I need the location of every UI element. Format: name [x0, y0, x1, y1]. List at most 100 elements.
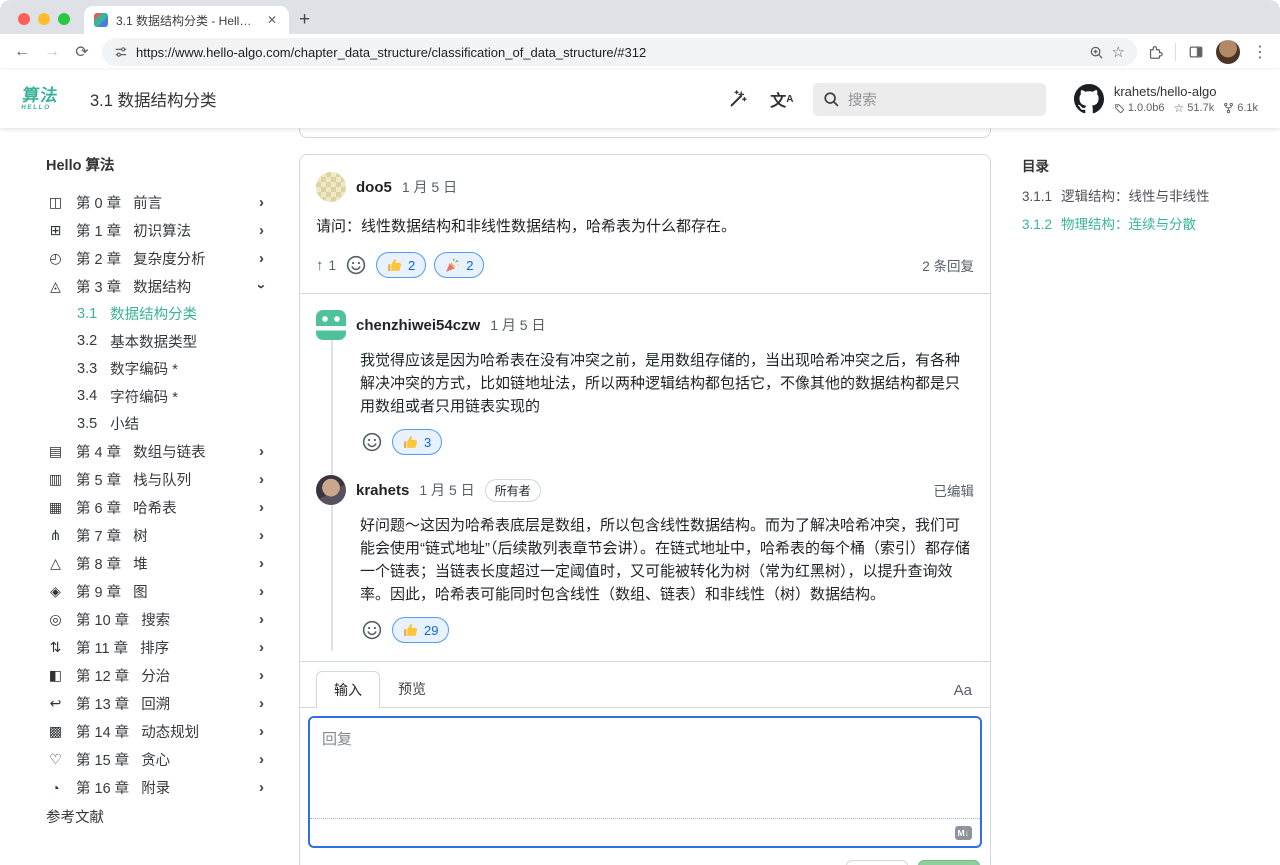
sidebar-item-chapter-8[interactable]: △第 8 章堆› — [46, 550, 270, 578]
browser-menu-icon[interactable]: ⋮ — [1252, 42, 1268, 62]
reload-icon[interactable]: ⟳ — [72, 42, 92, 62]
close-window-button[interactable] — [18, 13, 30, 25]
upvote-count: 1 — [329, 258, 337, 273]
sidebar-item-chapter-12[interactable]: ◧第 12 章分治› — [46, 662, 270, 690]
owner-badge: 所有者 — [485, 479, 541, 502]
reply-date[interactable]: 1 月 5 日 — [490, 315, 545, 335]
avatar[interactable] — [316, 310, 346, 340]
browser-tab[interactable]: 3.1 数据结构分类 - Hello 算法 ✕ — [84, 6, 289, 34]
url-text: https://www.hello-algo.com/chapter_data_… — [136, 45, 1081, 60]
browser-window: 3.1 数据结构分类 - Hello 算法 ✕ + ← → ⟳ https://… — [0, 0, 1280, 865]
site-logo[interactable]: 算法 HELLO — [21, 87, 60, 112]
tab-preview[interactable]: 预览 — [380, 671, 444, 707]
avatar[interactable] — [316, 172, 346, 202]
toc-item-3.1.2[interactable]: 3.1.2物理结构：连续与分散 — [1022, 215, 1260, 234]
sidebar-item-chapter-2[interactable]: ◴第 2 章复杂度分析› — [46, 244, 270, 272]
cancel-button[interactable]: 取消 — [846, 860, 908, 865]
chevron-right-icon: › — [259, 222, 270, 239]
bookmark-star-icon[interactable]: ☆ — [1112, 43, 1125, 61]
chevron-right-icon: › — [259, 471, 270, 488]
zoom-icon[interactable] — [1089, 45, 1104, 60]
side-panel-icon[interactable] — [1188, 44, 1204, 60]
tab-strip: 3.1 数据结构分类 - Hello 算法 ✕ + — [0, 0, 1280, 34]
url-field[interactable]: https://www.hello-algo.com/chapter_data_… — [102, 38, 1137, 66]
form-actions: 取消 回复 — [300, 848, 990, 865]
star-icon: ☆ — [1174, 102, 1185, 114]
tab-favicon — [94, 13, 108, 27]
reply-submit-button[interactable]: 回复 — [918, 860, 980, 865]
text-size-icon[interactable]: Aa — [952, 682, 974, 707]
sidebar-item-section-3.3[interactable]: 3.3数字编码 * — [46, 355, 270, 383]
add-reaction-button[interactable] — [360, 618, 384, 642]
table-of-contents: 目录 3.1.1逻辑结构：线性与非线性3.1.2物理结构：连续与分散 — [1008, 128, 1280, 865]
upvote-button[interactable]: ↑ 1 — [316, 257, 336, 274]
main-content: doo5 1 月 5 日 请问：线性数据结构和非线性数据结构，哈希表为什么都存在… — [282, 128, 1008, 865]
add-reaction-button[interactable] — [344, 253, 368, 277]
sidebar-item-section-3.5[interactable]: 3.5小结 — [46, 410, 270, 438]
comment-date[interactable]: 1 月 5 日 — [402, 177, 457, 197]
extensions-icon[interactable] — [1147, 44, 1163, 60]
sidebar-item-chapter-9[interactable]: ◈第 9 章图› — [46, 578, 270, 606]
edited-label: 已编辑 — [934, 480, 975, 500]
theme-toggle-icon[interactable] — [725, 86, 751, 112]
browser-actions: ⋮ — [1147, 40, 1268, 64]
chevron-right-icon: › — [259, 667, 270, 684]
sidebar-item-section-3.2[interactable]: 3.2基本数据类型 — [46, 328, 270, 356]
sidebar-item-chapter-15[interactable]: ♡第 15 章贪心› — [46, 746, 270, 774]
search-input[interactable]: 搜索 — [813, 83, 1046, 116]
sidebar-nav: ◫第 0 章前言›⊞第 1 章初识算法›◴第 2 章复杂度分析›◬第 3 章数据… — [46, 188, 270, 802]
language-icon[interactable]: 文A — [769, 86, 795, 112]
backtrack-icon: ↩ — [46, 695, 65, 712]
minimize-window-button[interactable] — [38, 13, 50, 25]
reaction-thumbs-up[interactable]: 29 — [392, 617, 449, 643]
sidebar-item-section-3.4[interactable]: 3.4字符编码 * — [46, 383, 270, 411]
toolbar-divider — [1175, 43, 1176, 61]
sidebar-item-chapter-0[interactable]: ◫第 0 章前言› — [46, 188, 270, 216]
smiley-icon — [362, 620, 382, 640]
reply-textarea[interactable] — [310, 718, 980, 818]
toc-item-3.1.1[interactable]: 3.1.1逻辑结构：线性与非线性 — [1022, 187, 1260, 206]
sidebar-item-chapter-10[interactable]: ◎第 10 章搜索› — [46, 606, 270, 634]
github-repo-link[interactable]: krahets/hello-algo 1.0.0b6 ☆51.7k 6.1k — [1074, 84, 1258, 114]
reaction-count: 2 — [466, 258, 473, 273]
sidebar-item-chapter-11[interactable]: ⇅第 11 章排序› — [46, 634, 270, 662]
fullscreen-window-button[interactable] — [58, 13, 70, 25]
reply-date[interactable]: 1 月 5 日 — [419, 480, 474, 500]
heap-icon: △ — [46, 555, 65, 572]
comment-author[interactable]: doo5 — [356, 179, 392, 196]
sidebar-item-section-3.1[interactable]: 3.1数据结构分类 — [46, 300, 270, 328]
sidebar-item-chapter-7[interactable]: ⋔第 7 章树› — [46, 522, 270, 550]
sidebar-item-chapter-6[interactable]: ▦第 6 章哈希表› — [46, 494, 270, 522]
reaction-count: 29 — [424, 623, 438, 638]
back-icon[interactable]: ← — [12, 43, 32, 61]
site-settings-icon[interactable] — [114, 45, 128, 59]
tab-write[interactable]: 输入 — [316, 671, 380, 708]
reaction-thumbs-up[interactable]: 2 — [376, 252, 426, 278]
reply-author[interactable]: chenzhiwei54czw — [356, 317, 480, 334]
forward-icon[interactable]: → — [42, 43, 62, 61]
repo-version: 1.0.0b6 — [1114, 102, 1165, 114]
sidebar-item-chapter-16[interactable]: ◔第 16 章附录› — [46, 774, 270, 802]
hash-search-icon: ▦ — [46, 499, 65, 516]
sidebar-item-chapter-4[interactable]: ▤第 4 章数组与链表› — [46, 438, 270, 466]
sidebar-item-chapter-13[interactable]: ↩第 13 章回溯› — [46, 690, 270, 718]
new-tab-button[interactable]: + — [299, 10, 310, 29]
reaction-thumbs-up[interactable]: 3 — [392, 429, 442, 455]
reaction-party-popper[interactable]: 2 — [434, 252, 484, 278]
smiley-icon — [362, 432, 382, 452]
reply-author[interactable]: krahets — [356, 482, 409, 499]
markdown-icon[interactable]: M↓ — [955, 826, 972, 840]
profile-avatar[interactable] — [1216, 40, 1240, 64]
avatar[interactable] — [316, 475, 346, 505]
sidebar-item-chapter-14[interactable]: ▩第 14 章动态规划› — [46, 718, 270, 746]
sidebar-item-references[interactable]: 参考文献 — [46, 803, 270, 831]
logo-subtext: HELLO — [21, 105, 51, 112]
chevron-right-icon: › — [259, 751, 270, 768]
sidebar-item-chapter-1[interactable]: ⊞第 1 章初识算法› — [46, 216, 270, 244]
sidebar-item-chapter-5[interactable]: ▥第 5 章栈与队列› — [46, 466, 270, 494]
tab-close-icon[interactable]: ✕ — [265, 13, 279, 27]
sidebar-item-chapter-3[interactable]: ◬第 3 章数据结构› — [46, 272, 270, 300]
add-reaction-button[interactable] — [360, 430, 384, 454]
comment-thread-card: doo5 1 月 5 日 请问：线性数据结构和非线性数据结构，哈希表为什么都存在… — [299, 154, 991, 865]
sort-icon: ⇅ — [46, 639, 65, 656]
